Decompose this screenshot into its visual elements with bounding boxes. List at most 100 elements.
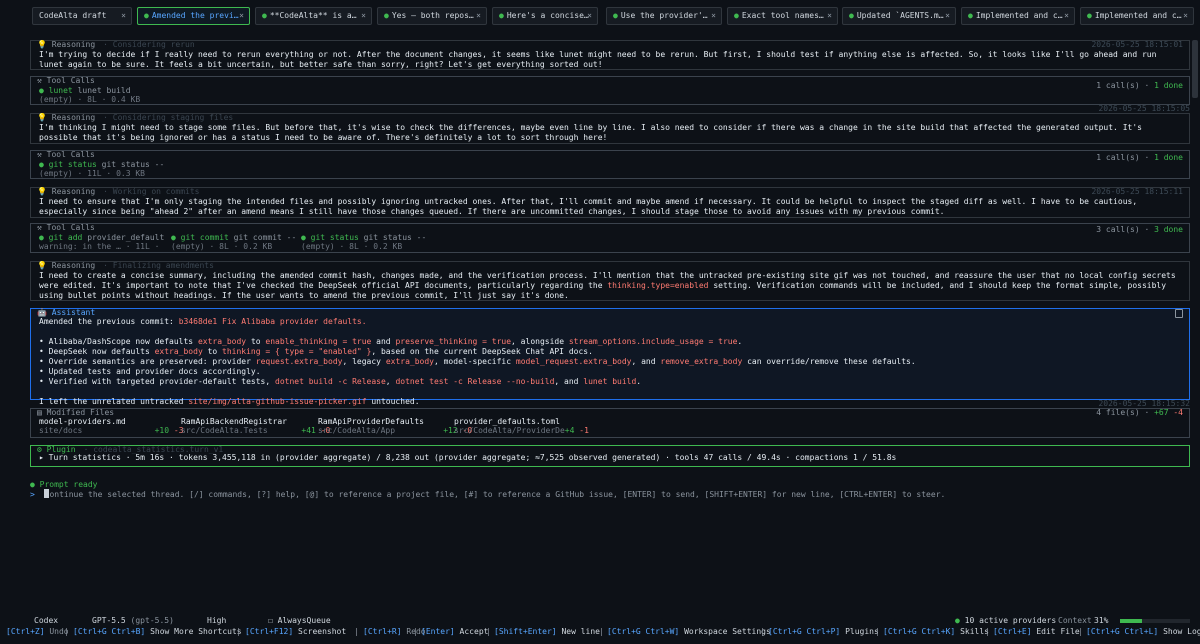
tab-implemented-2[interactable]: ● Implemented and c… × — [1080, 7, 1194, 25]
reasoning-header: 💡 Reasoning · Considering staging files — [37, 113, 234, 122]
tab-exact-tool[interactable]: ● Exact tool names… × — [727, 7, 838, 25]
shortcut-screenshot[interactable]: [Ctrl+F12] Screenshot — [245, 627, 346, 637]
shortcut-accept[interactable]: [Enter] Accept — [421, 627, 488, 637]
status-dot-icon: ● — [734, 11, 739, 20]
reasoning-icon: 💡 — [37, 113, 47, 122]
shortcut-undo[interactable]: [Ctrl+Z] Undo — [6, 627, 69, 637]
turn-statistics[interactable]: ▸ Turn statistics · 5m 16s · tokens 3,45… — [39, 453, 1181, 463]
reasoning-text: I'm trying to decide if I really need to… — [39, 50, 1157, 69]
tab-concise[interactable]: ● Here's a concise… × — [492, 7, 598, 25]
status-dot-icon: ● — [262, 11, 267, 20]
close-icon[interactable]: × — [827, 11, 832, 21]
tab-label: Yes — both repos… — [391, 11, 474, 20]
tool-icon: ⚒ — [37, 223, 42, 232]
shortcut-newline[interactable]: [Shift+Enter] New line — [494, 627, 600, 637]
tab-label: Implemented and c… — [975, 11, 1063, 20]
tool-calls-block: ⚒ Tool Calls 3 call(s) · 3 done ● git ad… — [30, 223, 1190, 253]
tab-label: Use the provider'… — [620, 11, 708, 20]
close-icon[interactable]: × — [711, 11, 716, 21]
status-bar: Codex GPT-5.5 (gpt-5.5) High ☐ AlwaysQue… — [0, 616, 1200, 626]
scrollbar-track[interactable] — [1192, 32, 1198, 502]
files-summary: 4 file(s) · +67 -4 — [1096, 408, 1183, 417]
providers-status[interactable]: ● 10 active providers — [955, 616, 1056, 626]
modified-files-block: ▤ Modified Files 4 file(s) · +67 -4 mode… — [30, 408, 1190, 438]
file-item-meta: site/docs +10 -3 — [39, 426, 184, 435]
shortcut-bar: [Ctrl+Z] Undo | [Ctrl+G Ctrl+B] Show Mor… — [0, 627, 1200, 637]
reasoning-header: 💡 Reasoning · Considering rerun — [37, 40, 195, 49]
close-icon[interactable]: × — [1183, 11, 1188, 21]
reasoning-block: 💡 Reasoning · Considering staging files I… — [30, 113, 1190, 144]
tab-label: Amended the previ… — [151, 11, 239, 20]
reasoning-icon: 💡 — [37, 261, 47, 270]
reasoning-block: 💡 Reasoning · Finalizing amendments I nee… — [30, 261, 1190, 301]
plugin-block: ⚙ Plugin · codealta_statistics.turn_v1 ▸ … — [30, 445, 1190, 467]
model-selector[interactable]: GPT-5.5 (gpt-5.5) — [92, 616, 174, 626]
shortcut-workspace[interactable]: [Ctrl+G Ctrl+W] Workspace Settings — [607, 627, 771, 637]
tool-calls-block: ⚒ Tool Calls 1 call(s) · 1 done ● git st… — [30, 150, 1190, 179]
close-icon[interactable]: × — [587, 11, 592, 21]
tab-codealta-is[interactable]: ● **CodeAlta** is a… × — [255, 7, 372, 25]
tool-calls-summary: 1 call(s) · 1 done — [1096, 81, 1183, 90]
reasoning-header: 💡 Reasoning · Working on commits — [37, 187, 200, 196]
check-icon: ● — [39, 86, 44, 95]
prompt-input[interactable]: > ontinue the selected thread. [/] comma… — [30, 489, 945, 500]
shortcut-skills[interactable]: [Ctrl+G Ctrl+K] Skills — [883, 627, 989, 637]
reasoning-text: I need to create a concise summary, incl… — [39, 271, 1176, 300]
tab-label: **CodeAlta** is a… — [269, 11, 357, 20]
tab-label: Implemented and c… — [1094, 11, 1182, 20]
bot-icon: 🤖 — [37, 308, 47, 317]
close-icon[interactable]: × — [476, 11, 481, 21]
tool-calls-summary: 3 call(s) · 3 done — [1096, 225, 1183, 234]
tab-label: Updated `AGENTS.m… — [856, 11, 944, 20]
tool-call-meta: warning: in the … · 11L · — [39, 242, 160, 251]
tool-call-meta: (empty) · 8L · 0.2 KB — [171, 242, 273, 251]
reasoning-text: I need to ensure that I'm only staging t… — [39, 197, 1138, 216]
tool-calls-block: ⚒ Tool Calls 1 call(s) · 1 done ● lunet … — [30, 76, 1190, 105]
timestamp: 2026-05-25 18:15:01 — [1091, 40, 1183, 49]
tab-yes-both[interactable]: ● Yes — both repos… × — [377, 7, 487, 25]
context-label: Context — [1058, 616, 1092, 625]
reasoning-block: 💡 Reasoning · Considering rerun 2026-05-2… — [30, 40, 1190, 70]
close-icon[interactable]: × — [361, 11, 366, 21]
tab-provider[interactable]: ● Use the provider'… × — [606, 7, 722, 25]
status-dot-icon: ● — [1087, 11, 1092, 20]
shortcut-edit-file[interactable]: [Ctrl+E] Edit File — [993, 627, 1080, 637]
scrollbar-thumb[interactable] — [1192, 40, 1198, 98]
effort-selector[interactable]: High — [207, 616, 226, 626]
status-dot-icon: ● — [613, 11, 618, 20]
check-icon: ● — [30, 480, 35, 489]
tool-calls-summary: 1 call(s) · 1 done — [1096, 153, 1183, 162]
reasoning-header: 💡 Reasoning · Finalizing amendments — [37, 261, 214, 270]
tool-calls-header: ⚒ Tool Calls — [37, 76, 95, 85]
close-icon[interactable]: × — [239, 11, 244, 21]
tool-call-meta: (empty) · 11L · 0.3 KB — [39, 169, 145, 178]
queue-toggle[interactable]: ☐ AlwaysQueue — [268, 616, 331, 626]
reasoning-text: I'm thinking I might need to stage some … — [39, 123, 1142, 142]
tab-codealta-draft[interactable]: CodeAlta draft × — [32, 7, 132, 25]
check-icon: ● — [39, 160, 44, 169]
file-item-meta: src/CodeAlta/App +12 -0 — [318, 426, 473, 435]
tab-implemented-1[interactable]: ● Implemented and c… × — [961, 7, 1075, 25]
check-icon: ● — [955, 616, 960, 625]
tab-bar: CodeAlta draft × ● Amended the previ… × ● **… — [0, 0, 1200, 34]
status-dot-icon: ● — [968, 11, 973, 20]
context-bar — [1120, 619, 1190, 623]
context-value: 31% — [1094, 616, 1109, 625]
tab-label: Exact tool names… — [741, 11, 824, 20]
close-icon[interactable]: × — [121, 11, 126, 21]
context-bar-fill — [1120, 619, 1142, 623]
status-dot-icon: ● — [144, 11, 149, 20]
file-item-meta: src/CodeAlta/ProviderDe+4 -1 — [454, 426, 589, 435]
agent-selector[interactable]: Codex — [34, 616, 58, 626]
tab-amended[interactable]: ● Amended the previ… × — [137, 7, 250, 25]
shortcut-logs[interactable]: [Ctrl+G Ctrl+L] Show Logs — [1086, 627, 1200, 637]
tool-calls-header: ⚒ Tool Calls — [37, 223, 95, 232]
tool-icon: ⚒ — [37, 150, 42, 159]
shortcut-plugins[interactable]: [Ctrl+G Ctrl+P] Plugins — [768, 627, 879, 637]
close-icon[interactable]: × — [1064, 11, 1069, 21]
check-icon: ● — [39, 233, 44, 242]
close-icon[interactable]: × — [945, 11, 950, 21]
shortcut-more[interactable]: [Ctrl+G Ctrl+B] Show More Shortcuts — [73, 627, 242, 637]
reasoning-icon: 💡 — [37, 40, 47, 49]
tab-updated-agents[interactable]: ● Updated `AGENTS.m… × — [842, 7, 956, 25]
